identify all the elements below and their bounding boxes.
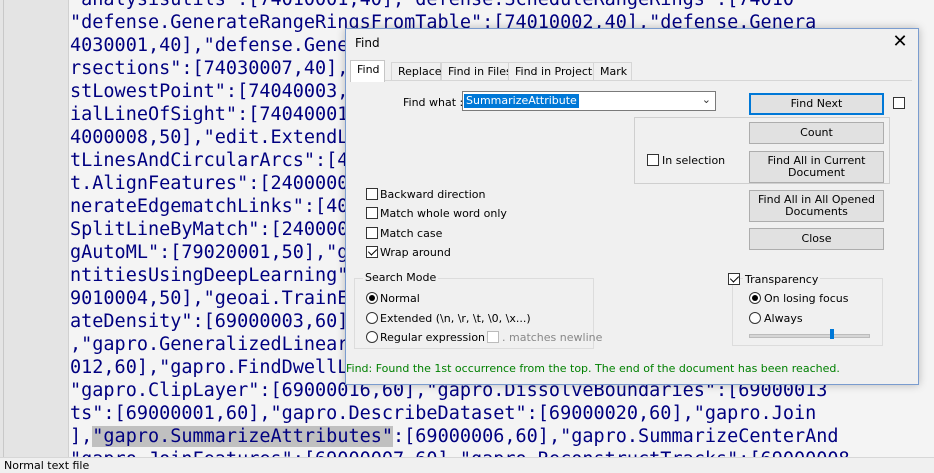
find-all-opened-button[interactable]: Find All in All Opened Documents [749, 190, 884, 222]
find-next-button[interactable]: Find Next [749, 93, 884, 115]
search-mode-title: Search Mode [363, 271, 439, 284]
find-next-extra-checkbox[interactable] [893, 97, 905, 109]
on-losing-focus-radio[interactable] [749, 292, 761, 304]
always-label: Always [764, 312, 803, 325]
line-number-margin [0, 0, 69, 457]
regex-label: Regular expression [380, 331, 486, 344]
normal-radio[interactable] [366, 292, 378, 304]
transparency-label: Transparency [743, 273, 821, 286]
match-whole-word-checkbox[interactable] [366, 207, 378, 219]
match-case-label: Match case [380, 227, 443, 240]
status-bar: Normal text file [0, 457, 934, 473]
tab-divider [350, 80, 912, 81]
extended-radio[interactable] [366, 312, 378, 324]
find-what-value: SummarizeAttribute [464, 94, 579, 108]
transparency-slider-track[interactable] [749, 334, 870, 338]
match-whole-word-label: Match whole word only [380, 207, 507, 220]
close-icon[interactable]: ✕ [890, 31, 910, 52]
wrap-around-label: Wrap around [380, 246, 451, 259]
tab-replace[interactable]: Replace [391, 62, 442, 81]
close-button[interactable]: Close [749, 228, 884, 250]
matches-newline-checkbox[interactable] [487, 331, 499, 343]
search-match-highlight: "gapro.SummarizeAttributes" [92, 426, 394, 447]
find-what-label: Find what : [403, 96, 464, 109]
tab-find-in-projects[interactable]: Find in Projects [508, 62, 598, 81]
backward-direction-checkbox[interactable] [366, 188, 378, 200]
fold-margin [3, 0, 8, 457]
find-all-current-button[interactable]: Find All in Current Document [749, 151, 884, 183]
tab-find[interactable]: Find [350, 60, 385, 82]
matches-newline-label: . matches newline [502, 331, 603, 344]
status-bar-text: Normal text file [4, 459, 90, 472]
match-case-checkbox[interactable] [366, 227, 378, 239]
transparency-slider-thumb[interactable] [830, 329, 834, 339]
regex-radio[interactable] [366, 331, 378, 343]
always-radio[interactable] [749, 312, 761, 324]
code-line: ts":[69000001,60],"gapro.DescribeDataset… [70, 403, 817, 424]
find-status-message: Find: Found the 1st occurrence from the … [346, 362, 840, 375]
on-losing-focus-label: On losing focus [764, 292, 849, 305]
backward-direction-label: Backward direction [380, 188, 486, 201]
in-selection-checkbox[interactable] [647, 154, 659, 166]
normal-label: Normal [380, 292, 420, 305]
wrap-around-checkbox[interactable] [366, 246, 378, 258]
find-dialog: Find ✕ Find Replace Find in Files Find i… [345, 28, 919, 385]
dialog-title: Find [355, 36, 380, 50]
code-line: ],"gapro.SummarizeAttributes":[69000006,… [70, 426, 839, 447]
extended-label: Extended (\n, \r, \t, \0, \x...) [380, 312, 531, 325]
tab-find-in-files[interactable]: Find in Files [441, 62, 512, 81]
chevron-down-icon[interactable]: ⌄ [702, 93, 711, 106]
tab-mark[interactable]: Mark [593, 62, 632, 81]
count-button[interactable]: Count [749, 122, 884, 144]
in-selection-label: In selection [662, 154, 726, 167]
code-line: "analysisutils":[74010001,40],"defense.S… [70, 0, 934, 11]
transparency-checkbox[interactable] [728, 273, 740, 285]
find-what-input[interactable]: SummarizeAttribute ⌄ [462, 91, 716, 111]
